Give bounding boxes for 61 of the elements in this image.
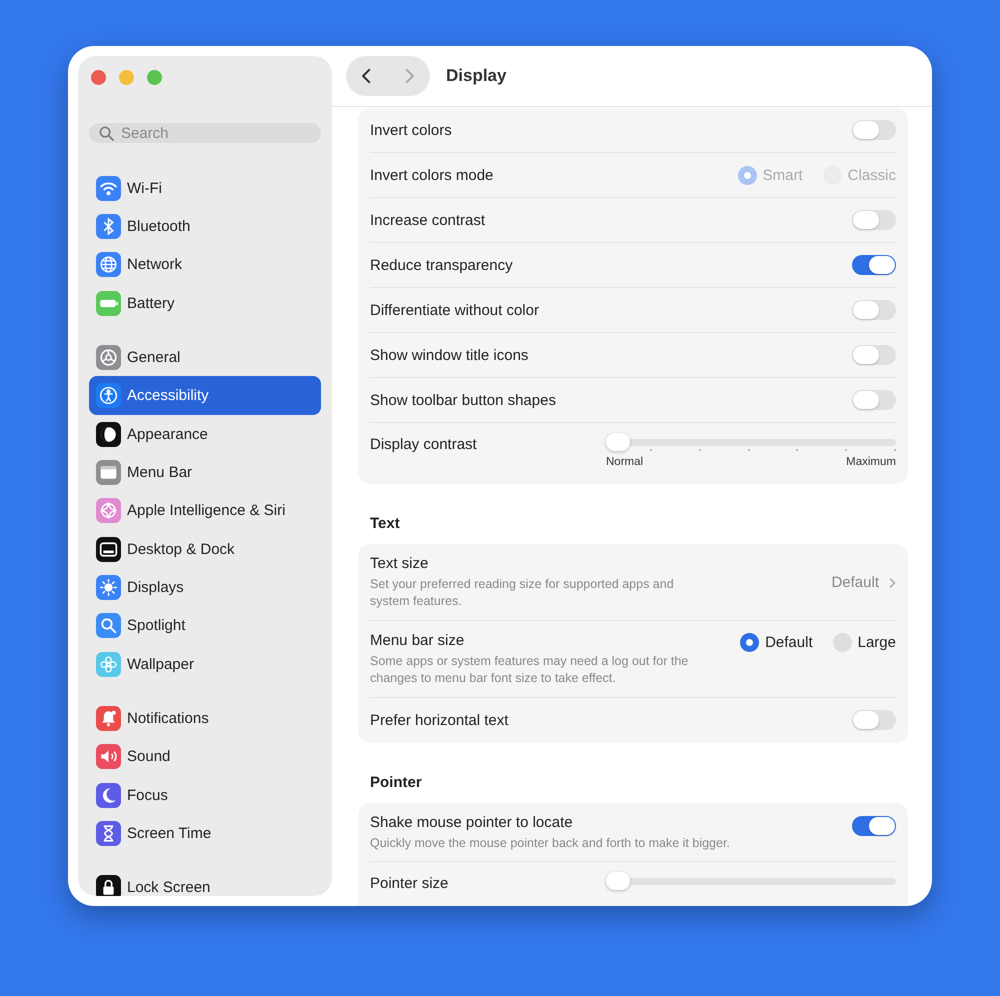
radio-label: Classic bbox=[848, 166, 896, 184]
toggle-switch[interactable] bbox=[852, 710, 896, 730]
sidebar-item[interactable]: Network bbox=[89, 246, 321, 284]
chevron-icon bbox=[888, 576, 896, 588]
setting-label: Text size bbox=[370, 555, 430, 572]
search-field[interactable]: Search bbox=[89, 123, 321, 143]
toggle-switch[interactable] bbox=[852, 816, 896, 836]
toggle-switch[interactable] bbox=[852, 210, 896, 230]
setting-label: Prefer horizontal text bbox=[370, 712, 508, 728]
setting-label: Shake mouse pointer to locate bbox=[370, 814, 574, 830]
sidebar-item[interactable]: Displays bbox=[89, 568, 321, 607]
setting-description: Set your preferred reading size for supported apps and system features. bbox=[370, 576, 675, 610]
toggle-switch[interactable] bbox=[852, 120, 896, 140]
slider-min-label: Normal bbox=[606, 456, 644, 468]
sidebar-item[interactable]: Appearance bbox=[89, 414, 321, 454]
sidebar-item[interactable]: General bbox=[89, 338, 321, 376]
setting-label: Differentiate without color bbox=[370, 302, 539, 318]
sidebar-item[interactable]: Lock Screen bbox=[89, 868, 321, 896]
radio-label: Smart bbox=[762, 166, 803, 184]
zoom-button[interactable] bbox=[147, 70, 162, 85]
sidebar-item[interactable]: Wallpaper bbox=[89, 645, 321, 684]
search-icon bbox=[99, 126, 114, 140]
setting-description: Quickly move the mouse pointer back and forth to make it bigger. bbox=[370, 834, 730, 852]
sidebar-item[interactable]: Bluetooth bbox=[89, 207, 321, 246]
slider-max-label: Maximum bbox=[846, 456, 896, 468]
sidebar-item[interactable]: Screen Time bbox=[89, 814, 321, 853]
toggle-switch[interactable] bbox=[852, 345, 896, 365]
setting-label: Menu bar size bbox=[370, 632, 466, 649]
setting-label: Reduce transparency bbox=[370, 256, 513, 274]
setting-label: Display contrast bbox=[370, 436, 477, 453]
setting-description: Some apps or system features may need a log out for the changes to menu bar font size to take effect. bbox=[370, 652, 690, 686]
sidebar-item[interactable]: Apple Intelligence & Siri bbox=[89, 492, 321, 530]
radio-label: Default bbox=[765, 634, 813, 651]
sidebar-item[interactable]: Wi-Fi bbox=[89, 169, 321, 208]
setting-label: Show toolbar button shapes bbox=[370, 392, 556, 408]
setting-label: Show window title icons bbox=[370, 346, 528, 364]
radio-label: Large bbox=[858, 634, 896, 651]
section-heading: Pointer bbox=[369, 772, 423, 792]
sidebar-item[interactable]: Notifications bbox=[89, 699, 321, 738]
toggle-switch[interactable] bbox=[852, 390, 896, 410]
slider-thumb[interactable] bbox=[606, 433, 630, 451]
setting-label: Invert colors bbox=[370, 122, 452, 138]
setting-label: Pointer size bbox=[370, 875, 448, 892]
sidebar-item[interactable]: Battery bbox=[89, 284, 321, 323]
sidebar-item[interactable]: Sound bbox=[89, 737, 321, 776]
sidebar-item[interactable]: Accessibility bbox=[89, 376, 321, 415]
toggle-switch[interactable] bbox=[852, 300, 896, 320]
sidebar-item[interactable]: Focus bbox=[89, 776, 321, 814]
sidebar-item[interactable]: Menu Bar bbox=[89, 453, 321, 492]
search-input[interactable]: Search bbox=[121, 123, 301, 143]
section-heading: Text bbox=[369, 514, 401, 534]
slider-thumb[interactable] bbox=[606, 872, 630, 890]
window-title: Display bbox=[446, 66, 506, 86]
sidebar-item[interactable]: Spotlight bbox=[89, 606, 321, 646]
radio-button[interactable] bbox=[740, 632, 760, 652]
close-button[interactable] bbox=[91, 70, 106, 85]
sidebar-item[interactable]: Desktop & Dock bbox=[89, 530, 321, 568]
setting-label: Increase contrast bbox=[370, 212, 486, 228]
minimize-button[interactable] bbox=[119, 70, 134, 85]
setting-label: Invert colors mode bbox=[370, 166, 494, 184]
toggle-switch[interactable] bbox=[852, 255, 896, 275]
